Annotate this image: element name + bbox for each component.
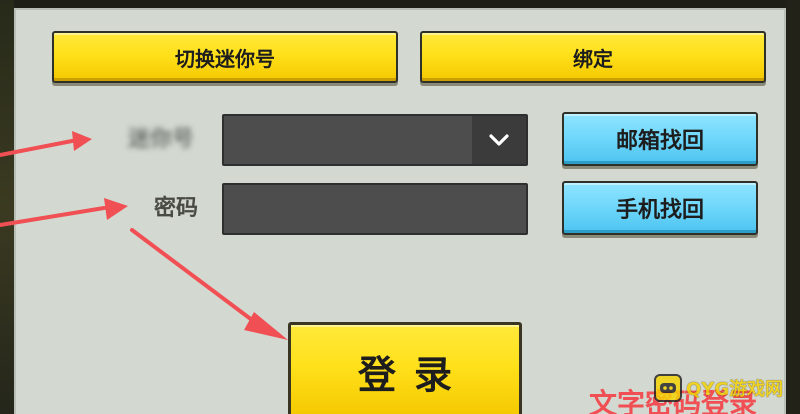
email-recovery-label: 邮箱找回 [615, 129, 704, 154]
account-select[interactable] [222, 114, 528, 166]
site-watermark: QYG游戏网 [654, 373, 800, 403]
game-controller-icon [654, 374, 682, 402]
account-dropdown-button[interactable] [472, 116, 526, 164]
login-label: 登录 [357, 352, 470, 397]
phone-recovery-label: 手机找回 [615, 198, 704, 223]
bind-label: 绑定 [573, 46, 613, 71]
email-recovery-button[interactable]: 邮箱找回 [562, 112, 758, 166]
chevron-down-icon [489, 134, 509, 146]
background-edge-right [786, 0, 800, 414]
account-label: 迷你号 [128, 127, 195, 152]
switch-mini-account-label: 切换迷你号 [175, 46, 275, 71]
password-input[interactable] [222, 183, 528, 235]
bind-button[interactable]: 绑定 [420, 31, 766, 83]
game-login-screen: 切换迷你号 绑定 迷你号 邮箱找回 密码 手机找回 登录 文字密码登录 [0, 0, 800, 414]
background-edge-left [0, 0, 14, 414]
password-label: 密码 [154, 196, 199, 221]
watermark-text: QYG游戏网 [686, 379, 784, 400]
phone-recovery-button[interactable]: 手机找回 [562, 181, 758, 235]
switch-mini-account-button[interactable]: 切换迷你号 [52, 31, 398, 83]
login-button[interactable]: 登录 [288, 322, 522, 414]
